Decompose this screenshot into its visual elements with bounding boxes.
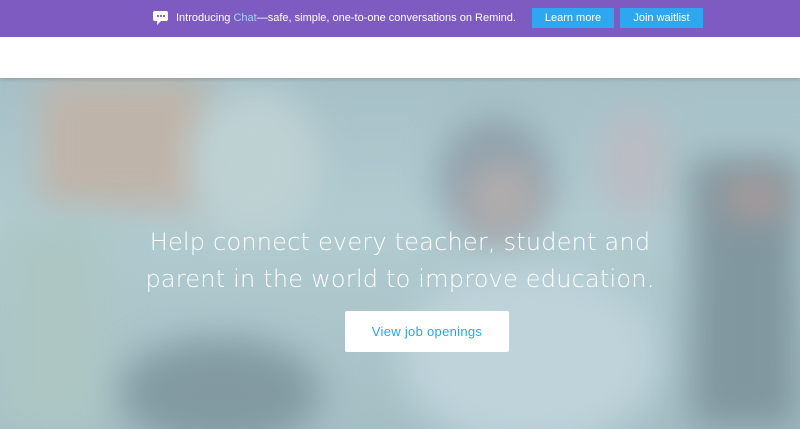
hero-headline-line1: Help connect every teacher, student and xyxy=(149,228,651,256)
hero-section: Help connect every teacher, student and … xyxy=(0,78,800,429)
announcement-text: Introducing Chat—safe, simple, one-to-on… xyxy=(176,0,516,37)
view-job-openings-button[interactable]: View job openings xyxy=(345,311,509,352)
hero-headline-line2: parent in the world to improve education… xyxy=(145,265,655,293)
chat-highlight: Chat xyxy=(233,12,257,24)
chat-bubble-icon xyxy=(152,9,170,27)
announcement-prefix: Introducing xyxy=(176,12,234,24)
announcement-banner: Introducing Chat—safe, simple, one-to-on… xyxy=(0,0,800,37)
learn-more-button[interactable]: Learn more xyxy=(532,8,614,28)
top-navbar xyxy=(0,37,800,78)
announcement-suffix: —safe, simple, one-to-one conversations … xyxy=(256,12,516,24)
hero-headline: Help connect every teacher, student and … xyxy=(0,224,800,298)
join-waitlist-button[interactable]: Join waitlist xyxy=(620,8,703,28)
